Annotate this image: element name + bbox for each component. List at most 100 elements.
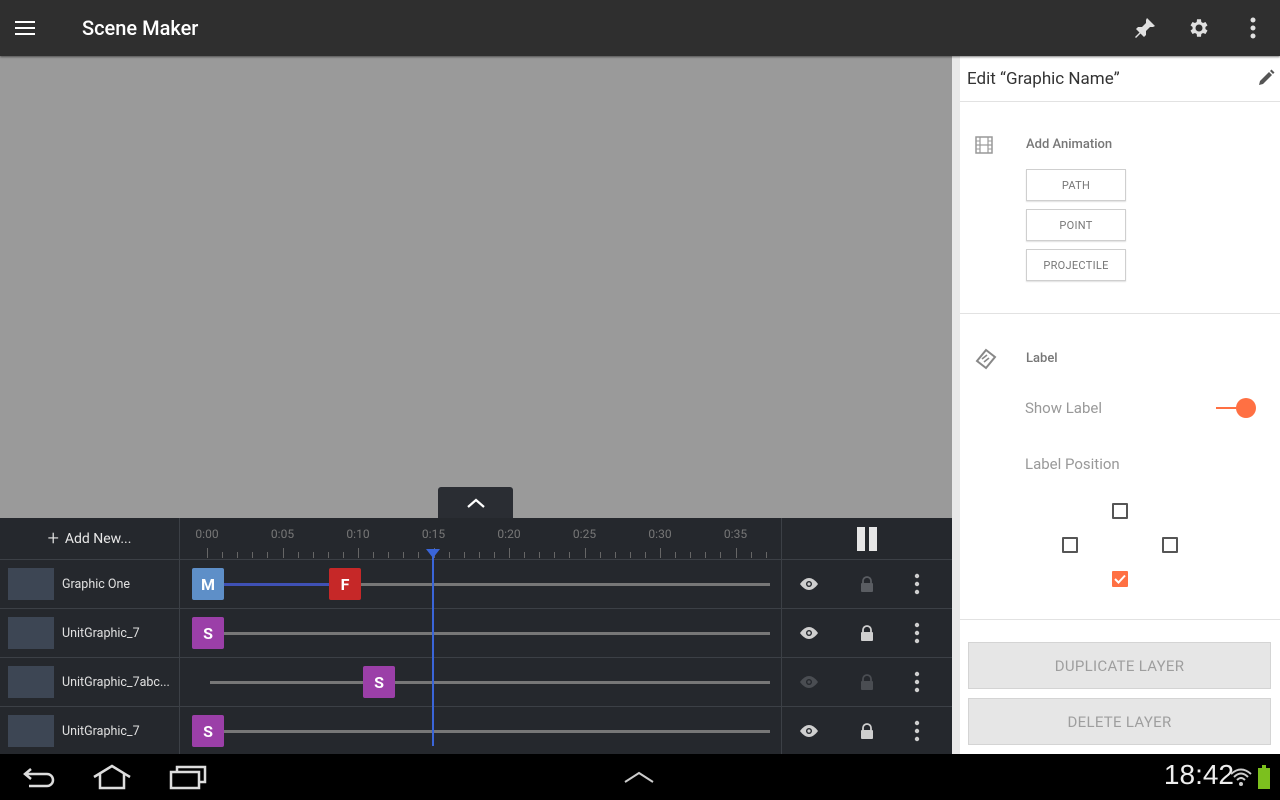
checkmark-icon [1114,574,1126,584]
visibility-eye-icon[interactable] [794,707,824,755]
ruler-tick [267,552,269,558]
layer-track[interactable]: S [180,707,782,755]
ruler-tick [614,552,616,558]
time-tick-label: 0:00 [195,527,219,541]
layer-track[interactable]: S [180,609,782,657]
hamburger-menu-icon[interactable] [0,0,50,56]
duplicate-layer-button[interactable]: DUPLICATE LAYER [968,642,1271,689]
ruler-tick [373,552,375,558]
layer-row[interactable]: UnitGraphic_7 S [0,609,952,658]
more-vert-icon[interactable] [902,707,932,755]
ruler-tick [750,552,752,558]
layer-track[interactable]: M F [180,560,782,608]
time-tick-label: 0:15 [421,527,446,541]
layer-row[interactable]: Graphic One M F [0,560,952,609]
system-clock: 18:42 [1163,759,1234,790]
pin-icon[interactable] [1118,0,1172,56]
more-vert-icon[interactable] [902,560,932,608]
point-button[interactable]: POINT [1026,209,1126,241]
layer-name: UnitGraphic_7abc... [62,674,170,690]
label-position-left-checkbox[interactable] [1062,537,1078,553]
layer-row[interactable]: UnitGraphic_7abc... S [0,658,952,707]
ruler-tick [524,552,526,558]
ruler-tick [765,552,767,558]
ruler-tick [327,552,329,558]
ruler-tick [705,552,707,558]
keyframe-m[interactable]: M [192,568,224,600]
back-icon[interactable] [18,754,60,800]
label-position-top-checkbox[interactable] [1112,503,1128,519]
ruler-tick [297,552,299,558]
add-new-button[interactable]: + Add New... [0,518,180,560]
ruler-tick [554,552,556,558]
layer-track[interactable]: S [180,658,782,706]
time-tick-label: 0:25 [572,527,597,541]
lock-icon[interactable] [852,609,882,657]
timeline-header: + Add New... 0:00 0:05 0:10 0:15 0:20 0:25 0:3… [0,518,952,560]
scene-canvas[interactable] [0,56,952,518]
wifi-icon [1230,754,1252,800]
ruler-tick [493,552,495,558]
ruler-tick [448,552,450,558]
film-icon [974,135,994,159]
path-button[interactable]: PATH [1026,169,1126,201]
add-animation-title: Add Animation [1026,137,1113,152]
recent-apps-icon[interactable] [168,754,208,800]
ruler-tick [237,552,239,558]
plus-icon: + [47,526,59,550]
ruler-tick [252,552,254,558]
keyframe-s[interactable]: S [192,617,224,649]
keyframe-s[interactable]: S [192,715,224,747]
layer-row[interactable]: UnitGraphic_7 S [0,707,952,756]
ruler-tick [509,548,510,558]
more-vert-icon[interactable] [1226,0,1280,56]
time-tick-label: 0:05 [270,527,295,541]
edit-pencil-icon[interactable] [1256,68,1276,92]
label-position-right-checkbox[interactable] [1162,537,1178,553]
lock-icon[interactable] [852,658,882,706]
chevron-up-icon[interactable] [620,754,658,800]
add-new-label: Add New... [64,531,132,547]
ruler-tick [418,552,420,558]
playhead[interactable] [432,554,434,746]
ruler-tick [584,548,586,558]
ruler-tick [675,552,677,558]
pause-icon [857,527,865,551]
visibility-eye-icon[interactable] [794,609,824,657]
more-vert-icon[interactable] [902,658,932,706]
pause-button[interactable] [782,518,952,560]
ruler-tick [720,552,722,558]
gear-icon[interactable] [1172,0,1226,56]
visibility-eye-icon[interactable] [794,560,824,608]
visibility-eye-icon[interactable] [794,658,824,706]
animation-span [208,583,348,586]
lock-icon[interactable] [852,560,882,608]
home-icon[interactable] [90,754,134,800]
more-vert-icon[interactable] [902,609,932,657]
timeline: + Add New... 0:00 0:05 0:10 0:15 0:20 0:25 0:3… [0,518,952,756]
ruler-tick [478,552,480,558]
animation-section: Add Animation PATH POINT PROJECTILE [960,102,1280,314]
time-tick-label: 0:20 [497,527,521,541]
label-position-bottom-checkbox[interactable] [1112,571,1128,587]
keyframe-f[interactable]: F [329,568,361,600]
lock-icon[interactable] [852,707,882,755]
ruler-tick [358,548,359,558]
layer-thumbnail [8,666,54,698]
label-position-text: Label Position [1025,455,1120,473]
delete-layer-button[interactable]: DELETE LAYER [968,698,1271,745]
layer-name: UnitGraphic_7 [62,723,140,739]
layer-thumbnail [8,715,54,747]
panel-title: Edit “Graphic Name” [967,68,1120,89]
layer-thumbnail [8,568,54,600]
expand-timeline-button[interactable] [438,487,513,518]
ruler-tick [629,552,631,558]
projectile-button[interactable]: PROJECTILE [1026,249,1126,281]
ruler-tick [342,552,344,558]
ruler-tick [282,548,284,558]
keyframe-s[interactable]: S [363,666,395,698]
time-ruler[interactable]: 0:00 0:05 0:10 0:15 0:20 0:25 0:30 0:35 [180,518,782,560]
chevron-up-icon [466,498,485,508]
app-title: Scene Maker [82,16,199,40]
label-tag-icon [974,347,998,375]
